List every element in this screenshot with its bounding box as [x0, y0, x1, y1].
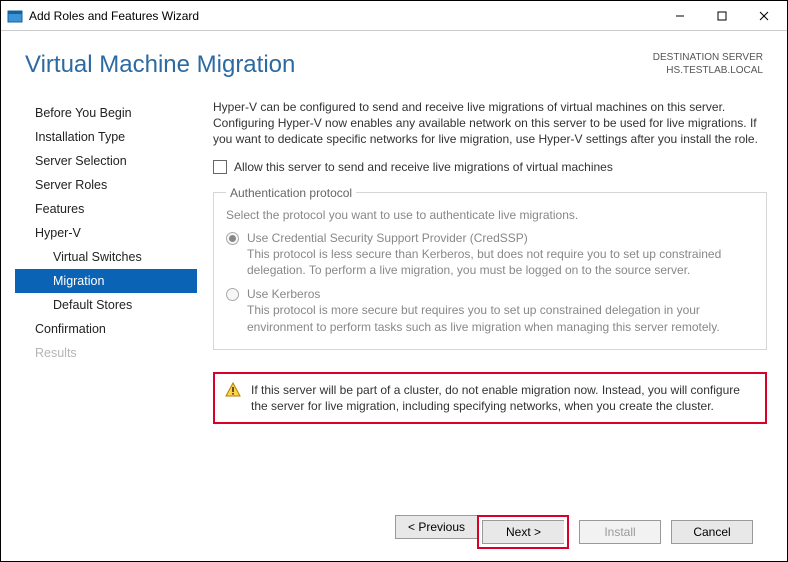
- nav-sidebar: Before You Begin Installation Type Serve…: [15, 95, 197, 503]
- allow-migrations-row[interactable]: Allow this server to send and receive li…: [213, 160, 767, 174]
- destination-value: HS.TESTLAB.LOCAL: [653, 64, 763, 77]
- nav-server-selection[interactable]: Server Selection: [15, 149, 197, 173]
- next-button[interactable]: Next >: [482, 520, 564, 544]
- page-title: Virtual Machine Migration: [25, 51, 295, 79]
- intro-text: Hyper-V can be configured to send and re…: [213, 99, 767, 148]
- install-button: Install: [579, 520, 661, 544]
- radio-kerberos-label: Use Kerberos: [247, 286, 754, 302]
- radio-kerberos: [226, 288, 239, 301]
- app-icon: [7, 8, 23, 24]
- nav-virtual-switches[interactable]: Virtual Switches: [15, 245, 197, 269]
- nav-default-stores[interactable]: Default Stores: [15, 293, 197, 317]
- radio-credssp-row: Use Credential Security Support Provider…: [226, 230, 754, 279]
- content-pane: Hyper-V can be configured to send and re…: [197, 95, 773, 503]
- close-button[interactable]: [743, 2, 785, 30]
- wizard-body: Virtual Machine Migration DESTINATION SE…: [1, 31, 787, 561]
- nav-features[interactable]: Features: [15, 197, 197, 221]
- warning-icon: [225, 382, 241, 398]
- destination-label: DESTINATION SERVER: [653, 51, 763, 64]
- radio-credssp-label: Use Credential Security Support Provider…: [247, 230, 754, 246]
- main-area: Before You Begin Installation Type Serve…: [15, 95, 773, 503]
- cancel-button[interactable]: Cancel: [671, 520, 753, 544]
- minimize-button[interactable]: [659, 2, 701, 30]
- previous-button[interactable]: < Previous: [395, 515, 477, 539]
- warning-text: If this server will be part of a cluster…: [251, 382, 755, 414]
- radio-credssp-desc: This protocol is less secure than Kerber…: [247, 246, 754, 278]
- nav-installation-type[interactable]: Installation Type: [15, 125, 197, 149]
- allow-migrations-checkbox[interactable]: [213, 160, 227, 174]
- wizard-window: Add Roles and Features Wizard Virtual Ma…: [0, 0, 788, 562]
- nav-results: Results: [15, 341, 197, 365]
- nav-hyper-v[interactable]: Hyper-V: [15, 221, 197, 245]
- auth-protocol-fieldset: Authentication protocol Select the proto…: [213, 186, 767, 350]
- maximize-button[interactable]: [701, 2, 743, 30]
- header-row: Virtual Machine Migration DESTINATION SE…: [25, 51, 763, 79]
- nav-migration[interactable]: Migration: [15, 269, 197, 293]
- prev-next-group: < Previous Next >: [395, 515, 569, 549]
- nav-server-roles[interactable]: Server Roles: [15, 173, 197, 197]
- radio-kerberos-desc: This protocol is more secure but require…: [247, 302, 754, 334]
- next-button-highlight: Next >: [477, 515, 569, 549]
- nav-confirmation[interactable]: Confirmation: [15, 317, 197, 341]
- radio-kerberos-row: Use Kerberos This protocol is more secur…: [226, 286, 754, 335]
- window-title: Add Roles and Features Wizard: [29, 9, 659, 23]
- nav-before-you-begin[interactable]: Before You Begin: [15, 101, 197, 125]
- allow-migrations-label: Allow this server to send and receive li…: [234, 160, 613, 174]
- titlebar: Add Roles and Features Wizard: [1, 1, 787, 31]
- footer: < Previous Next > Install Cancel: [15, 503, 773, 561]
- radio-credssp: [226, 232, 239, 245]
- auth-protocol-legend: Authentication protocol: [226, 186, 356, 200]
- auth-protocol-desc: Select the protocol you want to use to a…: [226, 208, 754, 222]
- destination-server: DESTINATION SERVER HS.TESTLAB.LOCAL: [653, 51, 763, 77]
- warning-box: If this server will be part of a cluster…: [213, 372, 767, 424]
